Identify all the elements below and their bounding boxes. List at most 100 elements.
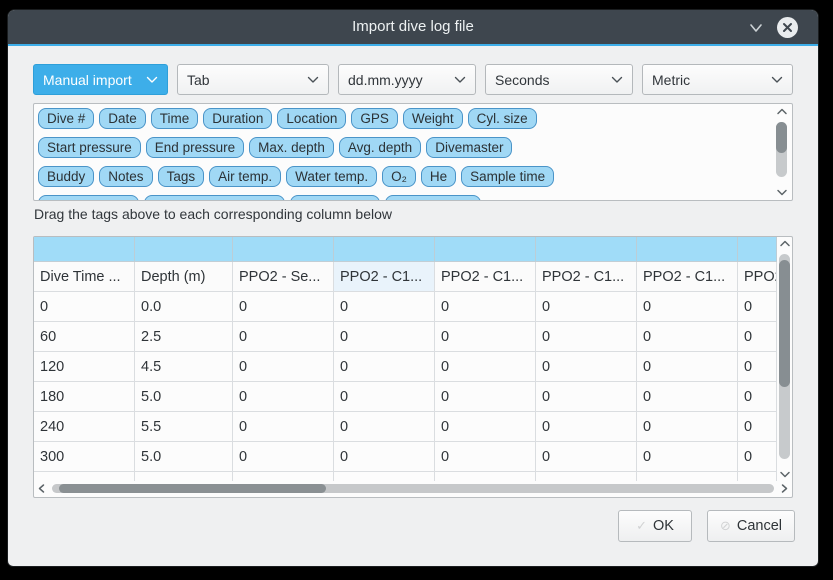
combo-units[interactable]: Metric [642, 64, 793, 95]
scroll-track[interactable] [776, 122, 787, 177]
tag-water-temp[interactable]: Water temp. [286, 166, 377, 187]
table-row[interactable]: 00.0000000 [34, 292, 777, 322]
table-cell: 0 [738, 352, 777, 382]
table-cell: 0 [536, 322, 637, 352]
table-row[interactable]: 1805.0000000 [34, 382, 777, 412]
table-cell: 5.5 [135, 412, 233, 442]
drop-target-row[interactable] [34, 237, 777, 262]
table-cell: 0 [637, 292, 738, 322]
scroll-thumb[interactable] [776, 122, 787, 153]
tag-divemaster[interactable]: Divemaster [426, 137, 512, 158]
tag-o[interactable]: O₂ [382, 166, 416, 187]
table-row[interactable]: 1204.5000000 [34, 352, 777, 382]
table-horizontal-scrollbar[interactable] [37, 481, 789, 496]
scroll-right-icon[interactable] [780, 483, 789, 494]
tag-sample-temperature[interactable]: Sample temperature [144, 195, 284, 200]
table-cell: 0 [233, 352, 334, 382]
drop-cell[interactable] [334, 237, 435, 262]
scroll-track[interactable] [779, 254, 790, 459]
shade-button[interactable] [748, 21, 764, 33]
scroll-down-icon[interactable] [779, 470, 791, 479]
tag-avg-depth[interactable]: Avg. depth [339, 137, 421, 158]
column-header: PPO2 - Se... [233, 262, 334, 292]
tag-max-depth[interactable]: Max. depth [249, 137, 334, 158]
table-cell: 0.0 [135, 292, 233, 322]
tag-weight[interactable]: Weight [403, 108, 463, 129]
tags-scrollbar[interactable] [775, 107, 789, 197]
tag-cyl-size[interactable]: Cyl. size [468, 108, 537, 129]
cancel-icon: ⊘ [720, 518, 731, 534]
cancel-button-label: Cancel [737, 518, 782, 534]
combo-field-separator[interactable]: Tab [177, 64, 329, 95]
table-cell: 0 [435, 412, 536, 442]
tag-dive[interactable]: Dive # [38, 108, 94, 129]
table-row[interactable]: 3005.0000000 [34, 442, 777, 472]
tag-row: Sample depth Sample temperature Sample pO₂… [38, 195, 760, 200]
table-cell: 0 [536, 412, 637, 442]
tag-row: BuddyNotes TagsAir temp.Water temp.O₂HeSa… [38, 166, 760, 190]
ok-button-label: OK [653, 518, 674, 534]
drop-cell[interactable] [738, 237, 777, 262]
tag-notes[interactable]: Notes [99, 166, 152, 187]
tag-duration[interactable]: Duration [203, 108, 272, 129]
titlebar[interactable]: Import dive log file [8, 10, 818, 44]
chevron-down-icon [771, 76, 783, 84]
combo-import-source[interactable]: Manual import [33, 64, 168, 95]
drop-cell[interactable] [536, 237, 637, 262]
window-title: Import dive log file [8, 10, 818, 44]
tag-date[interactable]: Date [99, 108, 146, 129]
table-cell: 0 [637, 352, 738, 382]
drop-cell[interactable] [135, 237, 233, 262]
tag-end-pressure[interactable]: End pressure [146, 137, 244, 158]
tag-he[interactable]: He [421, 166, 456, 187]
import-preview-table: Dive Time ...Depth (m)PPO2 - Se...PPO2 -… [33, 236, 793, 498]
tag-gps[interactable]: GPS [351, 108, 398, 129]
ok-button[interactable]: ✓ OK [618, 510, 692, 542]
tags-rows: Dive #DateTimeDurationLocationGPSWeightC… [38, 108, 760, 200]
table-cell [435, 472, 536, 481]
combo-value: Tab [187, 72, 210, 88]
table-cell: 0 [435, 292, 536, 322]
scroll-up-icon[interactable] [776, 107, 788, 116]
tag-tags[interactable]: Tags [158, 166, 205, 187]
scroll-up-icon[interactable] [779, 239, 791, 248]
table-cell: 0 [334, 382, 435, 412]
scroll-left-icon[interactable] [37, 483, 46, 494]
tag-sample-cns[interactable]: Sample CNS [385, 195, 481, 200]
tag-air-temp[interactable]: Air temp. [209, 166, 281, 187]
scroll-down-icon[interactable] [776, 188, 788, 197]
combo-date-format[interactable]: dd.mm.yyyy [338, 64, 476, 95]
table-cell: 0 [536, 352, 637, 382]
table-row[interactable]: 2405.5000000 [34, 412, 777, 442]
combo-duration-format[interactable]: Seconds [485, 64, 633, 95]
tag-palette-panel: Dive #DateTimeDurationLocationGPSWeightC… [33, 103, 793, 201]
table-cell: 0 [637, 442, 738, 472]
table-cell: 0 [334, 442, 435, 472]
scroll-thumb[interactable] [59, 484, 326, 493]
table-row[interactable]: 602.5000000 [34, 322, 777, 352]
tag-sample-depth[interactable]: Sample depth [38, 195, 139, 200]
drop-cell[interactable] [233, 237, 334, 262]
table-vertical-scrollbar[interactable] [778, 239, 792, 479]
table-cell: 0 [637, 412, 738, 442]
scroll-track[interactable] [52, 484, 774, 493]
drop-cell[interactable] [34, 237, 135, 262]
table-cell: 300 [34, 442, 135, 472]
tag-sample-po[interactable]: Sample pO₂ [290, 195, 381, 200]
table-cell: 120 [34, 352, 135, 382]
drop-cell[interactable] [637, 237, 738, 262]
table-cell [536, 472, 637, 481]
close-button[interactable] [777, 17, 798, 38]
drop-cell[interactable] [435, 237, 536, 262]
tag-time[interactable]: Time [151, 108, 199, 129]
tag-sample-time[interactable]: Sample time [461, 166, 554, 187]
table-cell: 0 [233, 442, 334, 472]
column-header: PPO2 - C1... [334, 262, 435, 292]
cancel-button[interactable]: ⊘ Cancel [707, 510, 795, 542]
tag-start-pressure[interactable]: Start pressure [38, 137, 141, 158]
table-cell: 0 [34, 292, 135, 322]
tag-buddy[interactable]: Buddy [38, 166, 94, 187]
scroll-thumb[interactable] [779, 260, 790, 387]
tag-location[interactable]: Location [277, 108, 346, 129]
table-cell: 60 [34, 322, 135, 352]
